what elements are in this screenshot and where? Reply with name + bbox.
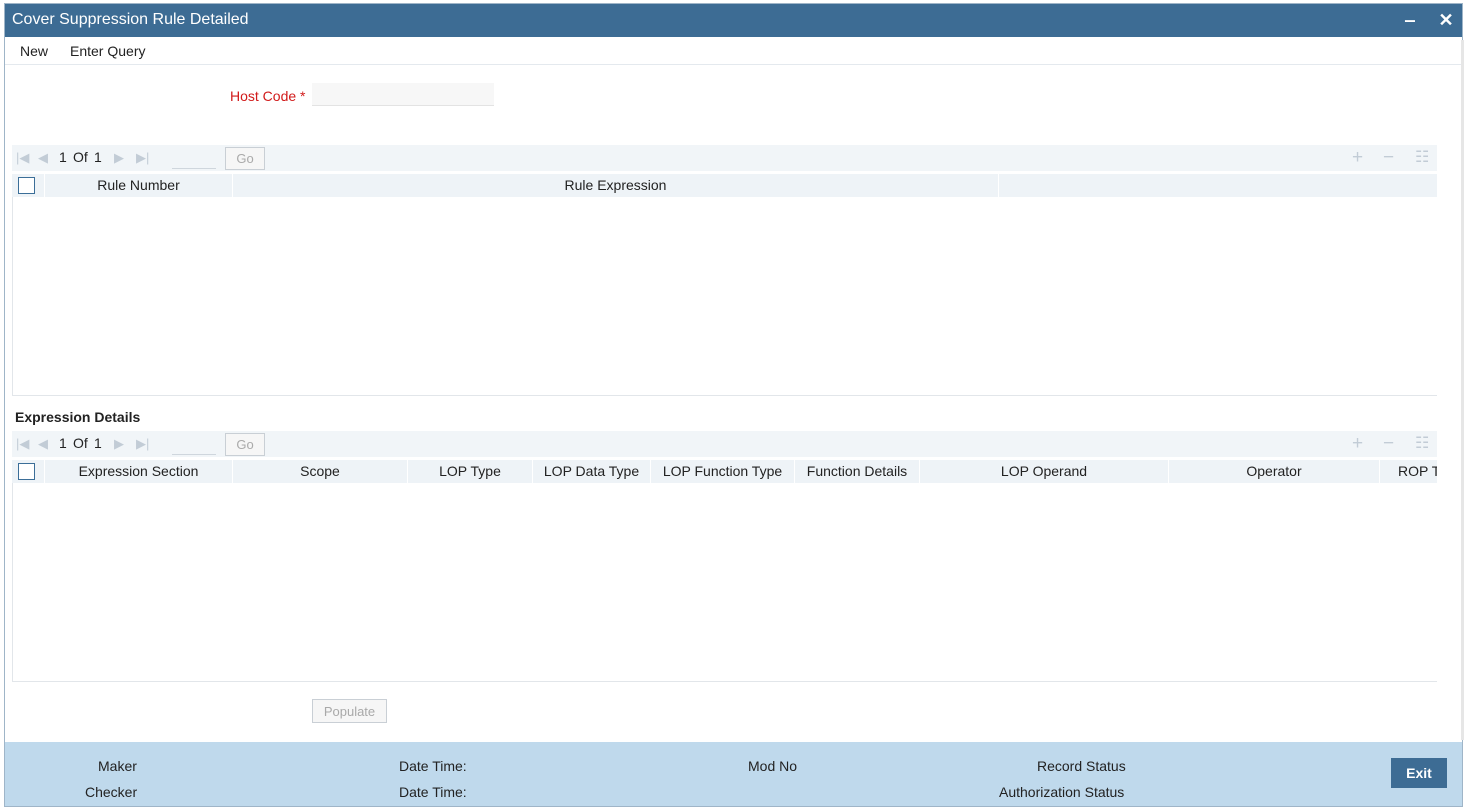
expression-grid-header: Expression Section Scope LOP Type LOP Da… — [12, 460, 1437, 483]
col-rule-expression[interactable]: Rule Expression — [232, 174, 998, 197]
host-code-input[interactable] — [312, 83, 494, 106]
rules-grid: |◀ ◀ 1 Of 1 ▶ ▶| Go + − ☷ Rule Number Ru… — [12, 145, 1437, 396]
expression-grid-body — [12, 483, 1437, 682]
rules-grid-body — [12, 197, 1437, 396]
next-page-icon[interactable]: ▶ — [114, 150, 124, 166]
next-page-icon[interactable]: ▶ — [114, 436, 124, 452]
required-marker: * — [300, 88, 306, 104]
window-title: Cover Suppression Rule Detailed — [12, 11, 249, 28]
vertical-scrollbar[interactable] — [1461, 40, 1464, 740]
page-number-input[interactable] — [172, 433, 216, 455]
go-button[interactable]: Go — [225, 147, 265, 170]
pager-current: 1 — [59, 149, 67, 165]
title-bar: Cover Suppression Rule Detailed ‒ ✕ — [5, 4, 1462, 37]
populate-button[interactable]: Populate — [312, 699, 387, 723]
select-all-checkbox[interactable] — [18, 463, 35, 480]
col-lop-function-type[interactable]: LOP Function Type — [650, 460, 794, 483]
window: Cover Suppression Rule Detailed ‒ ✕ New … — [4, 3, 1464, 807]
audit-footer: Maker Checker Date Time: Date Time: Mod … — [5, 742, 1462, 806]
delete-row-icon[interactable]: − — [1383, 147, 1394, 169]
pager-current: 1 — [59, 435, 67, 451]
first-page-icon[interactable]: |◀ — [16, 436, 29, 452]
rules-grid-header: Rule Number Rule Expression — [12, 174, 1437, 197]
previous-page-icon[interactable]: ◀ — [38, 436, 48, 452]
go-button[interactable]: Go — [225, 433, 265, 456]
previous-page-icon[interactable]: ◀ — [38, 150, 48, 166]
col-scope[interactable]: Scope — [232, 460, 407, 483]
authorization-status-label: Authorization Status — [999, 784, 1125, 800]
mod-no-label: Mod No — [748, 758, 798, 774]
checker-label: Checker — [85, 784, 138, 800]
col-rule-number[interactable]: Rule Number — [44, 174, 232, 197]
col-lop-type[interactable]: LOP Type — [407, 460, 532, 483]
record-status-label: Record Status — [1037, 758, 1126, 774]
col-function-details[interactable]: Function Details — [794, 460, 919, 483]
page-number-input[interactable] — [172, 147, 216, 169]
pager-of: Of — [73, 435, 88, 451]
close-icon[interactable]: ✕ — [1434, 8, 1458, 32]
checker-datetime-label: Date Time: — [399, 784, 467, 800]
menu-new[interactable]: New — [20, 43, 48, 59]
delete-row-icon[interactable]: − — [1383, 433, 1394, 455]
last-page-icon[interactable]: ▶| — [136, 436, 149, 452]
first-page-icon[interactable]: |◀ — [16, 150, 29, 166]
pager-of: Of — [73, 149, 88, 165]
expression-details-grid: |◀ ◀ 1 Of 1 ▶ ▶| Go + − ☷ Expression Sec… — [12, 431, 1437, 682]
maker-datetime-label: Date Time: — [399, 758, 467, 774]
minimize-icon[interactable]: ‒ — [1398, 8, 1422, 32]
rules-grid-toolbar: |◀ ◀ 1 Of 1 ▶ ▶| Go + − ☷ — [12, 145, 1437, 171]
add-row-icon[interactable]: + — [1352, 147, 1363, 169]
expression-grid-toolbar: |◀ ◀ 1 Of 1 ▶ ▶| Go + − ☷ — [12, 431, 1437, 457]
expression-details-title: Expression Details — [15, 409, 141, 425]
col-expression-section[interactable]: Expression Section — [44, 460, 232, 483]
add-row-icon[interactable]: + — [1352, 433, 1363, 455]
col-operator[interactable]: Operator — [1168, 460, 1379, 483]
pager-total: 1 — [94, 149, 102, 165]
maker-label: Maker — [98, 758, 137, 774]
select-all-checkbox[interactable] — [18, 177, 35, 194]
list-view-icon[interactable]: ☷ — [1415, 433, 1429, 455]
list-view-icon[interactable]: ☷ — [1415, 147, 1429, 169]
col-lop-data-type[interactable]: LOP Data Type — [532, 460, 650, 483]
exit-button[interactable]: Exit — [1391, 758, 1447, 788]
menu-enter-query[interactable]: Enter Query — [70, 43, 145, 59]
col-blank — [998, 174, 1437, 197]
host-code-label: Host Code * — [230, 88, 306, 104]
col-rop-type[interactable]: ROP Type — [1379, 460, 1437, 483]
menu-bar: New Enter Query — [5, 37, 1462, 65]
last-page-icon[interactable]: ▶| — [136, 150, 149, 166]
col-lop-operand[interactable]: LOP Operand — [919, 460, 1168, 483]
pager-total: 1 — [94, 435, 102, 451]
